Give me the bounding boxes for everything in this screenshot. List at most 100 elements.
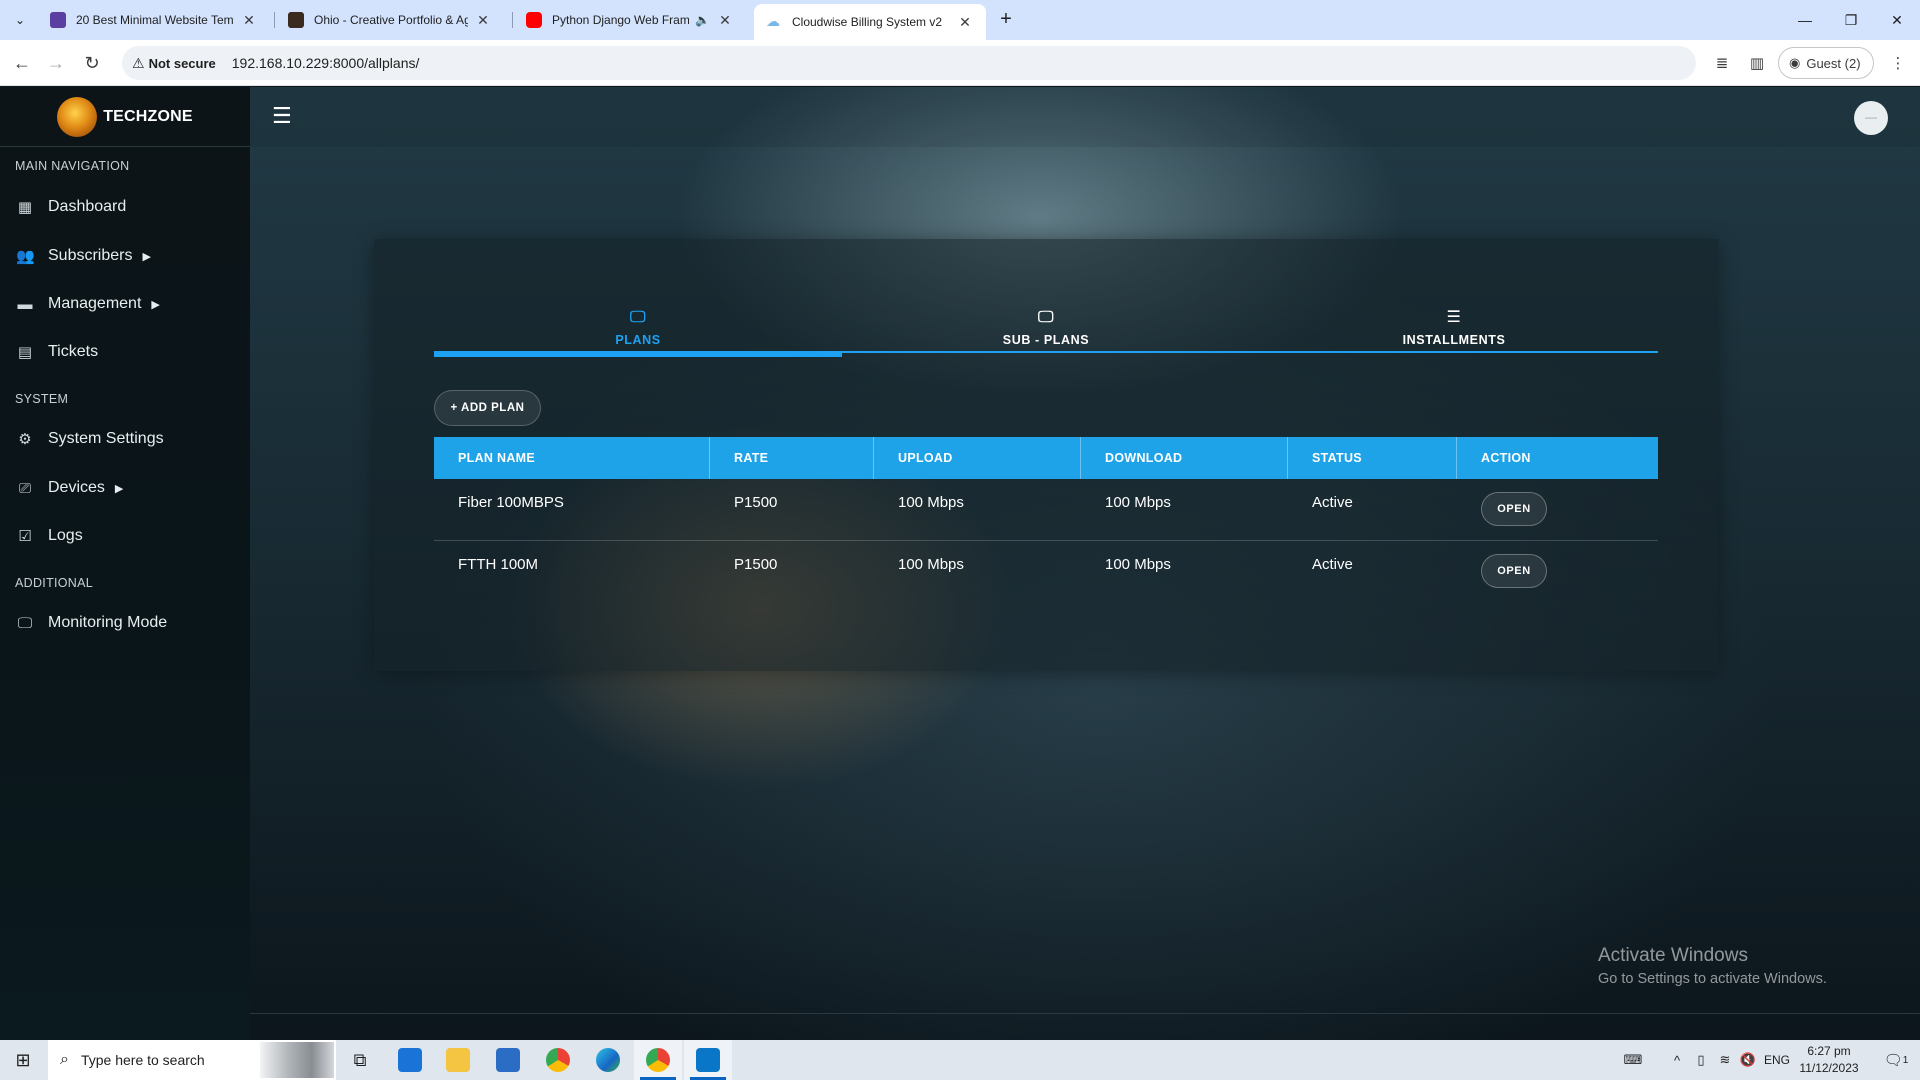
device-icon[interactable]: ▯	[1690, 1040, 1712, 1080]
activate-windows-watermark: Activate Windows Go to Settings to activ…	[1598, 945, 1827, 987]
sidebar-item-monitoring-mode[interactable]: 🖵 Monitoring Mode	[16, 614, 167, 632]
warning-icon[interactable]: ⚠	[132, 55, 145, 72]
url-text[interactable]: 192.168.10.229:8000/allplans/	[232, 55, 420, 71]
rate-cell: P1500	[734, 556, 778, 573]
close-window-icon[interactable]: ✕	[1874, 0, 1920, 40]
clock-date: 11/12/2023	[1799, 1061, 1859, 1075]
brand[interactable]: TECHZONE	[0, 87, 250, 147]
sidebar-item-system-settings[interactable]: ⚙ System Settings	[16, 430, 163, 448]
restore-icon[interactable]: ❐	[1828, 0, 1874, 40]
sidebar-item-label: Devices	[48, 479, 105, 496]
tab-search-dropdown-icon[interactable]: ⌄	[8, 8, 32, 32]
edge-app-icon[interactable]	[584, 1040, 632, 1080]
column-header-download[interactable]: DOWNLOAD	[1081, 437, 1288, 479]
upload-cell: 100 Mbps	[898, 494, 964, 511]
column-header-upload[interactable]: UPLOAD	[874, 437, 1081, 479]
chrome-app-icon[interactable]	[534, 1040, 582, 1080]
file-explorer-icon[interactable]	[434, 1040, 482, 1080]
tab-installments[interactable]: ☰ INSTALLMENTS	[1250, 309, 1658, 353]
tab-label: INSTALLMENTS	[1402, 333, 1506, 347]
menu-kebab-icon[interactable]: ⋮	[1886, 51, 1910, 75]
browser-tab-active[interactable]: ☁ Cloudwise Billing System v2 ✕	[754, 4, 986, 40]
forward-icon[interactable]: →	[42, 49, 70, 77]
new-tab-button[interactable]: +	[992, 8, 1020, 32]
tickets-icon: ▤	[17, 344, 33, 361]
speaker-icon[interactable]: 🔈	[695, 13, 710, 27]
notifications-icon[interactable]: 🗨 1	[1876, 1040, 1916, 1080]
brand-logo	[57, 96, 98, 137]
open-button[interactable]: OPEN	[1481, 492, 1547, 526]
vscode-app-icon[interactable]	[684, 1040, 732, 1080]
gear-icon: ⚙	[18, 431, 32, 448]
system-clock[interactable]: 6:27 pm 11/12/2023	[1794, 1043, 1864, 1077]
back-icon[interactable]: ←	[8, 49, 36, 77]
address-bar[interactable]: ⚠ Not secure 192.168.10.229:8000/allplan…	[122, 46, 1696, 80]
language-indicator[interactable]: ENG	[1760, 1040, 1794, 1080]
chrome-app-active-icon[interactable]	[634, 1040, 682, 1080]
download-cell: 100 Mbps	[1105, 494, 1171, 511]
monitor-icon: 🖵	[1037, 309, 1055, 326]
close-tab-icon[interactable]: ✕	[474, 12, 492, 29]
volume-muted-icon[interactable]: 🔇	[1736, 1040, 1760, 1080]
tray-overflow-icon[interactable]: ^	[1664, 1040, 1690, 1080]
tab-sub-plans[interactable]: 🖵 SUB - PLANS	[842, 309, 1250, 353]
tab-label: SUB - PLANS	[1002, 333, 1090, 347]
cloud-favicon-icon: ☁	[766, 13, 780, 29]
user-avatar[interactable]: —	[1854, 101, 1888, 135]
plan-tabs: 🖵 PLANS 🖵 SUB - PLANS ☰ INSTALLMENTS	[434, 309, 1658, 357]
close-tab-icon[interactable]: ✕	[240, 12, 258, 29]
browser-tab[interactable]: 20 Best Minimal Website Templ ✕	[38, 0, 270, 40]
sidebar-item-label: Tickets	[48, 343, 99, 360]
store-app-icon[interactable]	[484, 1040, 532, 1080]
action-cell: OPEN	[1457, 479, 1658, 526]
task-view-icon[interactable]: ⧉	[336, 1040, 384, 1080]
sidebar-item-devices[interactable]: ⎚ Devices ▶	[16, 479, 123, 497]
sidebar-item-management[interactable]: ▬ Management ▶	[16, 295, 160, 313]
sidebar-item-label: Dashboard	[48, 198, 127, 215]
dashboard-icon: ▦	[17, 199, 33, 216]
column-header-status[interactable]: STATUS	[1288, 437, 1457, 479]
side-panel-icon[interactable]: ▥	[1745, 51, 1769, 75]
column-header-rate[interactable]: RATE	[710, 437, 874, 479]
column-header-plan-name[interactable]: PLAN NAME	[434, 437, 710, 479]
status-cell: Active	[1312, 494, 1353, 511]
plan-name-cell: FTTH 100M	[458, 556, 539, 573]
server-icon: ☰	[1446, 309, 1462, 326]
close-tab-icon[interactable]: ✕	[716, 12, 734, 29]
tab-label: PLANS	[615, 333, 661, 347]
tab-plans[interactable]: 🖵 PLANS	[434, 309, 842, 357]
minimize-icon[interactable]: —	[1782, 0, 1828, 40]
wifi-icon[interactable]: ≋	[1714, 1040, 1736, 1080]
media-control-icon[interactable]: ≣	[1710, 51, 1734, 75]
browser-toolbar: ← → ↻ ⚠ Not secure 192.168.10.229:8000/a…	[0, 40, 1920, 86]
management-icon: ▬	[17, 295, 33, 313]
download-cell: 100 Mbps	[1105, 556, 1171, 573]
security-label[interactable]: Not secure	[149, 56, 216, 71]
mail-app-icon[interactable]	[386, 1040, 434, 1080]
tab-title: Python Django Web Framew	[552, 13, 690, 27]
clock-time: 6:27 pm	[1807, 1044, 1851, 1058]
sidebar-item-subscribers[interactable]: 👥 Subscribers ▶	[16, 247, 151, 265]
monitor-icon: 🖵	[17, 614, 33, 632]
sidebar-item-logs[interactable]: ☑ Logs	[16, 527, 82, 545]
windows-start-icon[interactable]: ⊞	[0, 1040, 46, 1080]
profile-button[interactable]: ◉ Guest (2)	[1778, 47, 1874, 79]
browser-tab[interactable]: Python Django Web Framew 🔈 ✕	[514, 0, 746, 40]
youtube-favicon-icon	[526, 12, 542, 28]
sidebar-item-tickets[interactable]: ▤ Tickets	[16, 343, 98, 361]
notification-count: 1	[1902, 1054, 1909, 1066]
taskbar-search-box[interactable]: ⌕ Type here to search	[48, 1040, 336, 1080]
sidebar-item-dashboard[interactable]: ▦ Dashboard	[16, 198, 126, 216]
reload-icon[interactable]: ↻	[78, 49, 106, 77]
status-cell: Active	[1312, 556, 1353, 573]
users-icon: 👥	[16, 248, 35, 265]
top-navbar: ☰ —	[250, 87, 1920, 147]
open-button[interactable]: OPEN	[1481, 554, 1547, 588]
add-plan-button[interactable]: + ADD PLAN	[434, 390, 541, 426]
search-highlight-image	[260, 1042, 334, 1078]
keyboard-icon[interactable]: ⌨	[1616, 1040, 1650, 1080]
column-header-action: ACTION	[1481, 451, 1531, 465]
hamburger-menu-icon[interactable]: ☰	[272, 103, 292, 129]
browser-tab[interactable]: Ohio - Creative Portfolio & Age ✕	[276, 0, 504, 40]
close-tab-icon[interactable]: ✕	[956, 14, 974, 31]
